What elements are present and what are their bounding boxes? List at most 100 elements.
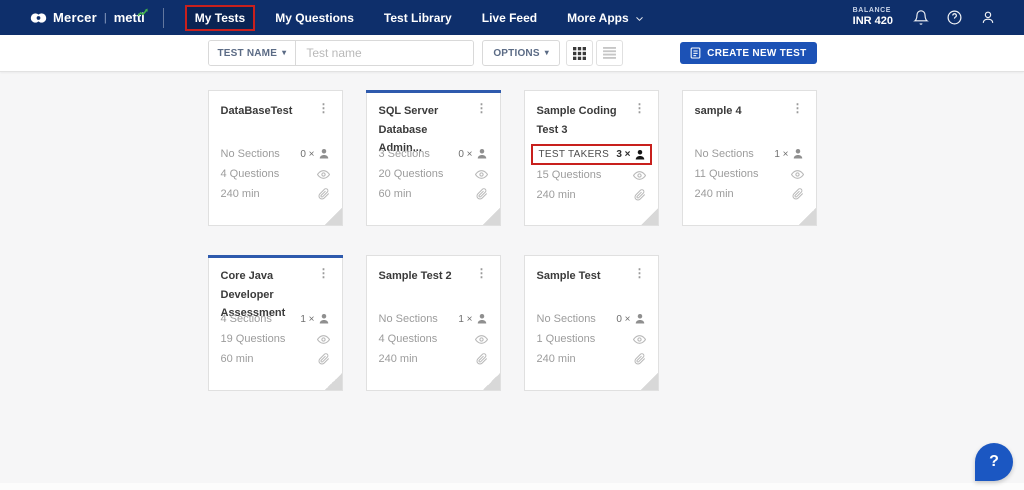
duration-label: 240 min	[220, 188, 260, 200]
nav-item-more-apps[interactable]: More Apps	[557, 6, 654, 30]
kebab-menu-icon[interactable]: ⋮	[314, 102, 330, 114]
preview-eye-icon[interactable]	[474, 168, 488, 181]
preview-eye-icon[interactable]	[790, 168, 804, 181]
sections-label: No Sections	[220, 148, 280, 160]
test-card[interactable]: sample 4 ⋮ No Sections 1 × 11 Questions	[681, 90, 817, 226]
questions-label: 19 Questions	[220, 333, 286, 345]
balance-label: BALANCE	[852, 7, 892, 15]
test-card[interactable]: DataBaseTest ⋮ No Sections 0 × 4 Questio…	[207, 90, 343, 226]
kebab-menu-icon[interactable]: ⋮	[314, 267, 330, 279]
paperclip-icon[interactable]	[792, 188, 804, 200]
test-takers-count: 3 ×	[616, 149, 631, 160]
user-profile-icon[interactable]	[980, 9, 996, 26]
person-icon	[634, 149, 646, 161]
brand-divider: |	[103, 11, 107, 24]
mercer-logo-icon	[30, 12, 47, 24]
folded-corner	[798, 208, 816, 225]
paperclip-icon[interactable]	[634, 353, 646, 365]
folded-corner	[482, 373, 500, 390]
top-navbar: Mercer | mettl My Tests My Questions Tes…	[0, 0, 1024, 35]
test-card-title: sample 4	[694, 105, 742, 117]
sections-label: No Sections	[536, 313, 596, 325]
create-new-test-button[interactable]: CREATE NEW TEST	[680, 42, 817, 64]
sections-label: No Sections	[694, 148, 754, 160]
questions-row: 1 Questions	[537, 329, 646, 349]
questions-label: 1 Questions	[536, 333, 596, 345]
folded-corner	[482, 208, 500, 225]
test-takers-count: 0 ×	[300, 148, 315, 160]
sections-row: No Sections 0 ×	[221, 144, 330, 164]
kebab-menu-icon[interactable]: ⋮	[472, 102, 488, 114]
card-accent-bar	[207, 255, 343, 258]
person-icon	[318, 313, 330, 325]
person-icon	[634, 313, 646, 325]
kebab-menu-icon[interactable]: ⋮	[630, 102, 646, 114]
caret-down-icon: ▾	[282, 48, 287, 57]
test-card[interactable]: Sample Test 2 ⋮ No Sections 1 × 4 Questi…	[365, 255, 501, 391]
paperclip-icon[interactable]	[634, 189, 646, 201]
test-card-title: DataBaseTest	[220, 105, 293, 117]
test-takers-count: 1 ×	[300, 313, 315, 325]
list-view-button[interactable]	[595, 40, 623, 66]
questions-row: 4 Questions	[221, 164, 330, 184]
paperclip-icon[interactable]	[318, 188, 330, 200]
sections-label: 3 Sections	[378, 148, 430, 160]
paperclip-icon[interactable]	[476, 353, 488, 365]
questions-label: 15 Questions	[536, 169, 602, 181]
help-icon[interactable]	[946, 9, 963, 26]
caret-down-icon: ▾	[544, 48, 549, 57]
nav-item-live-feed[interactable]: Live Feed	[472, 6, 547, 30]
nav-divider	[162, 7, 164, 28]
preview-eye-icon[interactable]	[632, 169, 646, 182]
paperclip-icon[interactable]	[318, 353, 330, 365]
paperclip-icon[interactable]	[476, 188, 488, 200]
help-chat-bubble[interactable]: ?	[975, 443, 1013, 481]
preview-eye-icon[interactable]	[316, 168, 330, 181]
test-takers-count: 0 ×	[458, 148, 473, 160]
filter-label: TEST NAME	[217, 47, 278, 59]
nav-item-test-library[interactable]: Test Library	[374, 6, 462, 30]
test-name-filter-dropdown[interactable]: TEST NAME ▾	[208, 41, 297, 65]
duration-row: 240 min	[221, 184, 330, 204]
navbar-right: BALANCE INR 420	[853, 7, 996, 28]
chevron-down-icon	[635, 16, 643, 21]
duration-label: 240 min	[694, 188, 734, 200]
test-takers-count: 0 ×	[616, 313, 631, 325]
questions-label: 11 Questions	[694, 168, 759, 180]
duration-label: 240 min	[536, 189, 576, 201]
duration-label: 240 min	[378, 353, 418, 365]
options-dropdown[interactable]: OPTIONS ▾	[482, 40, 560, 66]
person-icon	[476, 148, 488, 160]
nav-item-my-questions[interactable]: My Questions	[265, 6, 364, 30]
preview-eye-icon[interactable]	[632, 333, 646, 346]
questions-row: 11 Questions	[695, 164, 804, 184]
test-card[interactable]: Sample Test ⋮ No Sections 0 × 1 Question…	[523, 255, 659, 391]
nav-item-my-tests[interactable]: My Tests	[184, 4, 256, 31]
nav-item-label: More Apps	[567, 10, 629, 25]
nav-item-label: Live Feed	[481, 10, 538, 25]
test-card[interactable]: SQL Server Database Admin... ⋮ 3 Section…	[365, 90, 501, 226]
preview-eye-icon[interactable]	[316, 333, 330, 346]
preview-eye-icon[interactable]	[474, 333, 488, 346]
test-card[interactable]: Core Java Developer Assessment ⋮ 4 Secti…	[207, 255, 343, 391]
grid-view-button[interactable]	[565, 40, 593, 66]
kebab-menu-icon[interactable]: ⋮	[630, 267, 646, 279]
folded-corner	[324, 208, 342, 225]
questions-row: 19 Questions	[221, 329, 330, 349]
list-view-icon	[602, 47, 616, 59]
questions-label: 4 Questions	[220, 168, 280, 180]
nav-item-label: Test Library	[383, 10, 452, 25]
search-group: TEST NAME ▾	[207, 40, 475, 66]
folded-corner	[640, 373, 658, 390]
kebab-menu-icon[interactable]: ⋮	[472, 267, 488, 279]
test-card[interactable]: Sample Coding Test 3 ⋮ TEST TAKERS 3 × 1…	[523, 90, 659, 226]
questions-row: 4 Questions	[379, 329, 488, 349]
notifications-bell-icon[interactable]	[913, 9, 929, 26]
footer-strip	[0, 483, 1024, 490]
duration-row: 60 min	[379, 184, 488, 204]
kebab-menu-icon[interactable]: ⋮	[788, 102, 804, 114]
brand-logo[interactable]: Mercer | mettl	[30, 7, 148, 27]
nav-item-label: My Questions	[275, 10, 354, 25]
duration-row: 240 min	[695, 184, 804, 204]
test-name-search-input[interactable]	[296, 41, 474, 65]
